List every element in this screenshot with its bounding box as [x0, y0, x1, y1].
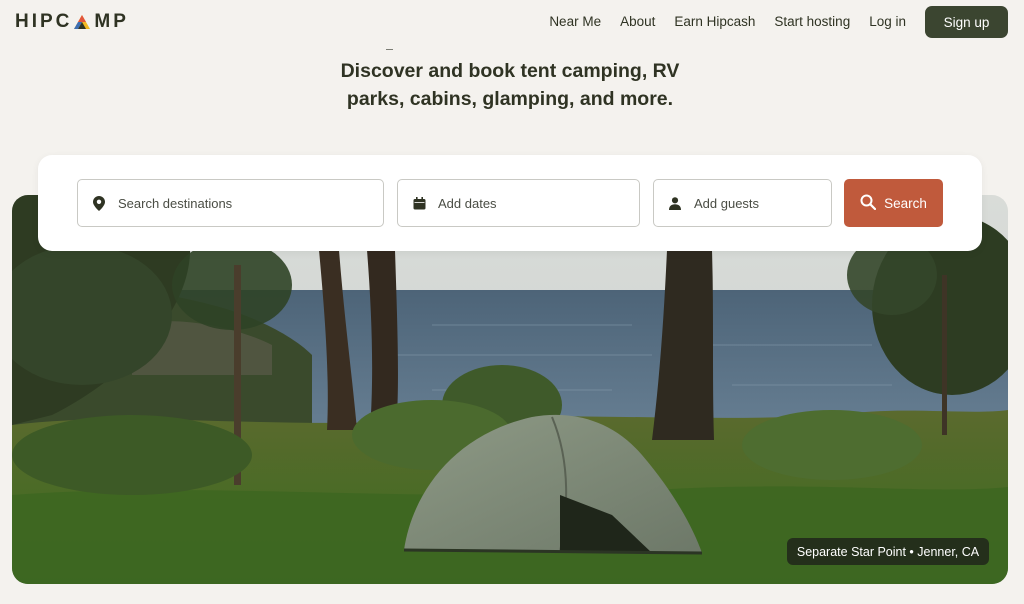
hero-landscape-image	[12, 195, 1008, 584]
hero-photo: Separate Star Point • Jenner, CA	[12, 195, 1008, 584]
dates-placeholder: Add dates	[438, 195, 497, 211]
location-pin-icon	[92, 195, 106, 211]
person-icon	[668, 196, 682, 210]
destination-placeholder: Search destinations	[118, 195, 233, 211]
photo-caption: Separate Star Point • Jenner, CA	[787, 538, 989, 565]
nav-link-about[interactable]: About	[620, 14, 655, 29]
dates-field[interactable]: Add dates	[397, 179, 640, 227]
nav-link-earn-hipcash[interactable]: Earn Hipcash	[674, 14, 755, 29]
search-button-label: Search	[884, 195, 927, 211]
headline-line-2: parks, cabins, glamping, and more.	[346, 88, 674, 110]
headline-line-1: Discover and book tent camping, RV	[340, 60, 680, 82]
page-headline: Discover and book tent camping, RV parks…	[310, 57, 710, 113]
nav-links: Near Me About Earn Hipcash Start hosting…	[549, 14, 906, 29]
logo-tent-icon	[74, 15, 91, 29]
search-card: Search destinations Add dates Add guests	[38, 155, 982, 251]
logo-text-right: MP	[94, 11, 129, 32]
guests-placeholder: Add guests	[694, 195, 760, 211]
calendar-icon	[412, 196, 426, 210]
logo-text-left: HIPC	[15, 11, 73, 32]
sign-up-button[interactable]: Sign up	[925, 6, 1008, 38]
guests-field[interactable]: Add guests	[653, 179, 832, 227]
nav-link-start-hosting[interactable]: Start hosting	[774, 14, 850, 29]
divider-mark	[386, 49, 393, 50]
search-button[interactable]: Search	[844, 179, 943, 227]
nav-link-log-in[interactable]: Log in	[869, 14, 906, 29]
top-nav: HIPC MP Near Me About Earn Hipcash Start…	[0, 0, 1024, 44]
search-icon	[860, 194, 877, 213]
nav-link-near-me[interactable]: Near Me	[549, 14, 601, 29]
hipcamp-logo[interactable]: HIPC MP	[15, 11, 129, 33]
destination-field[interactable]: Search destinations	[77, 179, 384, 227]
